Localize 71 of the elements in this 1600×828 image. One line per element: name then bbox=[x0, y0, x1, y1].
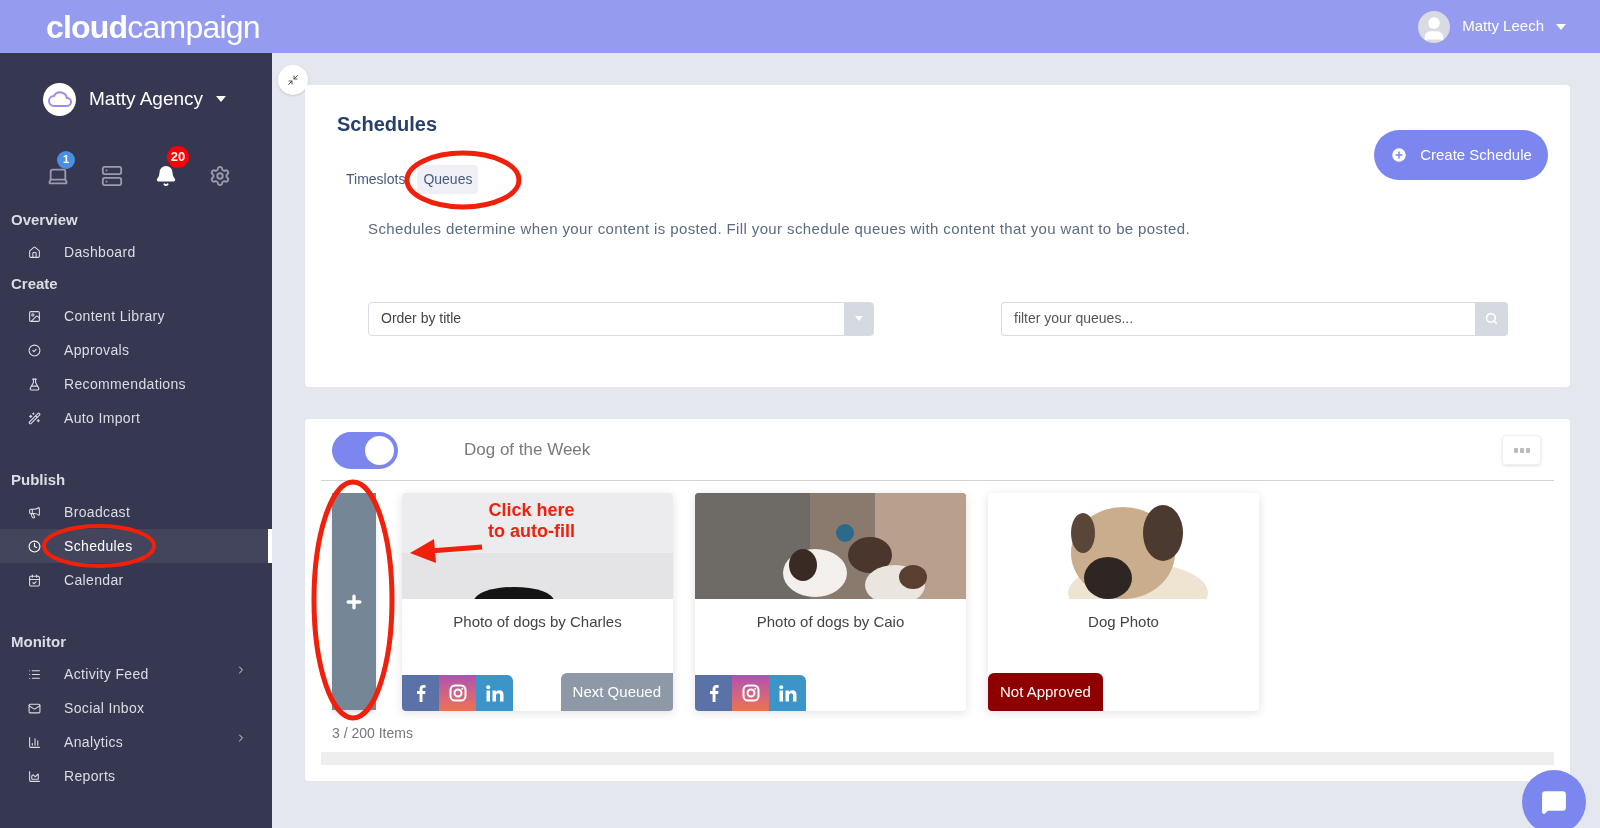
more-icon bbox=[1513, 447, 1530, 453]
toggle-switch[interactable] bbox=[332, 431, 398, 469]
sidebar-item[interactable]: Auto Import bbox=[0, 401, 272, 435]
sidebar-item[interactable]: Activity Feed bbox=[0, 657, 272, 691]
chat-icon bbox=[1541, 789, 1567, 815]
section-heading: Overview bbox=[10, 209, 79, 230]
page-title: Schedules bbox=[337, 112, 439, 137]
status-badge: Next Queued bbox=[560, 672, 673, 711]
content-title: Photo of dogs by Charles bbox=[452, 612, 623, 632]
section-heading: Create bbox=[10, 273, 59, 294]
server-icon[interactable] bbox=[101, 164, 123, 187]
megaphone-icon bbox=[28, 505, 41, 519]
area-chart-icon bbox=[28, 769, 41, 783]
avatar-icon bbox=[1418, 10, 1451, 43]
wand-icon bbox=[28, 411, 41, 425]
tab[interactable]: Timeslots bbox=[340, 165, 412, 194]
content-card[interactable]: Photo of dogs by Caio bbox=[695, 493, 966, 711]
bell-icon[interactable] bbox=[155, 164, 177, 187]
check-circle-icon bbox=[28, 343, 41, 357]
tab[interactable]: Queues bbox=[417, 165, 479, 194]
linkedin-icon bbox=[769, 675, 806, 711]
instagram-icon bbox=[732, 675, 769, 711]
more-button[interactable] bbox=[1502, 435, 1541, 465]
section-heading: Monitor bbox=[10, 631, 67, 652]
sidebar-item[interactable]: Approvals bbox=[0, 333, 272, 367]
image-icon bbox=[28, 309, 41, 323]
clock-icon bbox=[28, 539, 41, 553]
content-title: Photo of dogs by Caio bbox=[755, 612, 906, 632]
status-badge: Not Approved bbox=[988, 672, 1103, 711]
sidebar-item[interactable]: Reports bbox=[0, 759, 272, 793]
flask-icon bbox=[28, 377, 41, 391]
section-heading: Publish bbox=[10, 469, 67, 490]
search-icon bbox=[1485, 312, 1498, 325]
calendar-icon bbox=[28, 573, 41, 587]
plus-icon bbox=[1390, 146, 1409, 164]
list-icon bbox=[28, 667, 41, 681]
sidebar-item[interactable]: Analytics bbox=[0, 725, 272, 759]
content-title: Dog Photo bbox=[1087, 612, 1160, 632]
linkedin-icon bbox=[476, 675, 513, 711]
sidebar-item[interactable]: Recommendations bbox=[0, 367, 272, 401]
chat-button[interactable] bbox=[1522, 770, 1586, 828]
content-card[interactable]: Dog Photo Not Approved bbox=[988, 493, 1259, 711]
mail-icon bbox=[28, 701, 41, 715]
description: Schedules determine when your content is posted. Fill your schedule queues with content that you want to be posted. bbox=[368, 219, 1191, 239]
sidebar-item[interactable]: Social Inbox bbox=[0, 691, 272, 725]
count-badge: 20 bbox=[167, 145, 189, 168]
annotation-text: Click here to auto-fill bbox=[488, 500, 575, 542]
caret-icon bbox=[1556, 23, 1566, 30]
collapse-button[interactable] bbox=[278, 65, 308, 95]
sidebar-item[interactable]: Schedules bbox=[0, 529, 272, 563]
account-logo-icon bbox=[43, 82, 76, 116]
facebook-icon bbox=[695, 675, 732, 711]
settings-icon[interactable] bbox=[209, 164, 231, 187]
filter-field[interactable]: filter your queues... bbox=[1001, 301, 1475, 336]
logo: cloudcampaign bbox=[46, 10, 260, 43]
account-switcher[interactable]: Matty Agency bbox=[0, 53, 272, 123]
collapse-icon bbox=[287, 74, 299, 86]
bar-chart-icon bbox=[28, 735, 41, 749]
sidebar-item[interactable]: Calendar bbox=[0, 563, 272, 597]
caret-icon bbox=[844, 302, 873, 335]
home-icon bbox=[28, 245, 41, 259]
instagram-icon bbox=[439, 675, 476, 711]
item-count: 3 / 200 Items bbox=[332, 724, 414, 743]
caret-icon bbox=[216, 96, 227, 102]
queue-name: Dog of the Week bbox=[464, 439, 592, 462]
count-badge: 1 bbox=[57, 150, 75, 169]
sidebar-item[interactable]: Content Library bbox=[0, 299, 272, 333]
sidebar-item[interactable]: Broadcast bbox=[0, 495, 272, 529]
facebook-icon bbox=[402, 675, 439, 711]
order-dropdown[interactable]: Order by title bbox=[368, 301, 874, 336]
sidebar-item[interactable]: Dashboard bbox=[0, 235, 272, 269]
